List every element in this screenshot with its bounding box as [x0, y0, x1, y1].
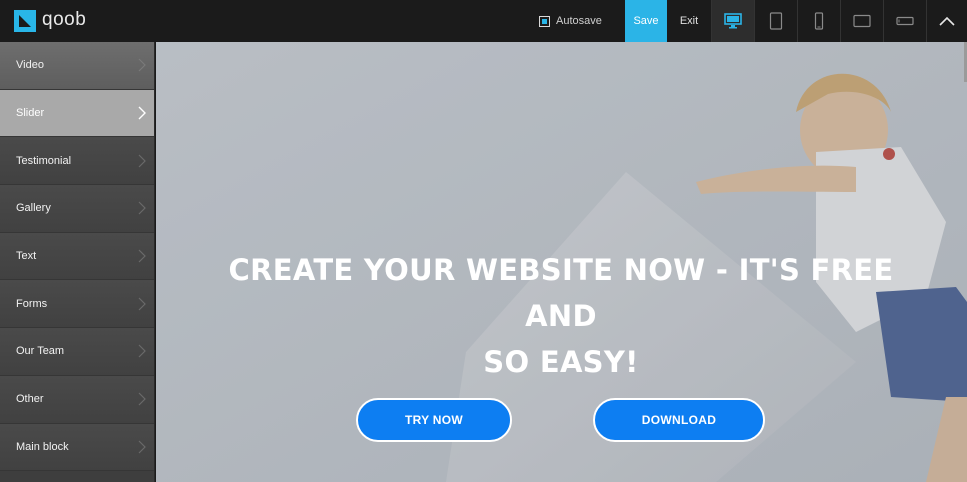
exit-button[interactable]: Exit — [667, 0, 711, 42]
download-button[interactable]: DOWNLOAD — [593, 398, 765, 442]
save-button[interactable]: Save — [625, 0, 667, 42]
logo-text: qoob — [42, 8, 87, 30]
logo[interactable]: qoob — [14, 8, 87, 32]
page-preview[interactable]: CREATE YOUR WEBSITE NOW - IT'S FREE AND … — [156, 42, 967, 482]
sidebar-item-main-block[interactable]: Main block — [0, 423, 154, 472]
logo-icon — [14, 10, 36, 32]
autosave-label: Autosave — [556, 15, 602, 27]
device-tablet-portrait-button[interactable] — [754, 0, 797, 42]
chevron-right-icon — [138, 154, 146, 168]
chevron-right-icon — [138, 58, 146, 72]
phone-landscape-icon — [896, 16, 914, 26]
autosave-checkbox[interactable] — [539, 15, 550, 27]
sidebar-item-our-team[interactable]: Our Team — [0, 328, 154, 376]
try-now-button[interactable]: TRY NOW — [356, 398, 512, 442]
tablet-landscape-icon — [853, 14, 871, 28]
tablet-portrait-icon — [769, 12, 783, 30]
chevron-right-icon — [138, 297, 146, 311]
sidebar-item-label: Main block — [16, 440, 69, 453]
sidebar-item-gallery[interactable]: Gallery — [0, 185, 154, 233]
sidebar-item-label: Video — [16, 59, 44, 72]
sidebar-item-other[interactable]: Other — [0, 375, 154, 424]
chevron-right-icon — [138, 440, 146, 454]
hero-headline-line1: CREATE YOUR WEBSITE NOW - IT'S FREE AND — [228, 253, 894, 333]
sidebar-item-label: Slider — [16, 107, 45, 120]
desktop-icon — [724, 13, 742, 29]
device-desktop-button[interactable] — [711, 0, 754, 42]
sidebar-item-text[interactable]: Text — [0, 232, 154, 281]
sidebar-item-label: Our Team — [16, 345, 65, 358]
sidebar-item-label: Text — [16, 250, 37, 263]
chevron-up-icon — [939, 16, 955, 26]
phone-portrait-icon — [814, 12, 824, 30]
top-bar: qoob Autosave Save Exit — [0, 0, 967, 42]
collapse-button[interactable] — [926, 0, 967, 42]
block-category-sidebar: Video Slider Testimonial Gallery Text Fo… — [0, 42, 155, 482]
sidebar-item-label: Testimonial — [16, 154, 72, 167]
sidebar-item-label: Other — [16, 393, 44, 406]
hero-headline[interactable]: CREATE YOUR WEBSITE NOW - IT'S FREE AND … — [216, 247, 906, 385]
sidebar-item-slider[interactable]: Slider — [0, 89, 154, 138]
autosave-toggle[interactable]: Autosave — [539, 15, 602, 27]
hero-headline-line2: SO EASY! — [483, 345, 639, 379]
chevron-right-icon — [138, 201, 146, 215]
sidebar-item-video[interactable]: Video — [0, 42, 154, 90]
chevron-right-icon — [138, 392, 146, 406]
sidebar-item-forms[interactable]: Forms — [0, 280, 154, 329]
chevron-right-icon — [138, 106, 146, 120]
sidebar-item-testimonial[interactable]: Testimonial — [0, 137, 154, 186]
device-phone-portrait-button[interactable] — [797, 0, 840, 42]
device-tablet-landscape-button[interactable] — [840, 0, 883, 42]
sidebar-item-label: Forms — [16, 297, 48, 310]
chevron-right-icon — [138, 345, 146, 358]
device-phone-landscape-button[interactable] — [883, 0, 926, 42]
chevron-right-icon — [138, 249, 146, 263]
sidebar-item-label: Gallery — [16, 202, 51, 215]
